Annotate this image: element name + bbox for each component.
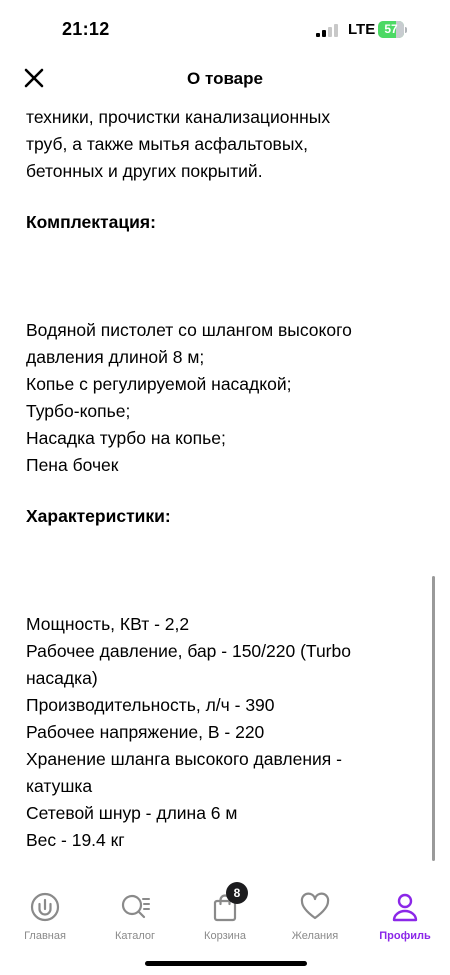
spec-item: Рабочее напряжение, В - 220 [26,722,265,742]
spec-item: катушка [26,776,93,796]
tab-bar: Главная Каталог 8 Корзина Желания Профил… [0,880,450,950]
profile-icon [388,890,422,924]
spec-item: Хранение шланга высокого давления - [26,749,342,769]
spec-item: Мощность, КВт - 2,2 [26,614,190,634]
tab-cart[interactable]: 8 Корзина [180,882,270,942]
kit-item: Водяной пистолет со шлангом высокого [26,320,352,340]
network-label: LTE [348,21,376,38]
spec-item: Производительность, л/ч - 390 [26,695,275,715]
heart-icon [298,890,332,924]
battery-icon: 57 [378,21,408,38]
kit-item: Копье с регулируемой насадкой; [26,374,292,394]
tab-catalog-label: Каталог [115,930,155,942]
product-description: техники, прочистки канализационных труб,… [26,104,421,854]
tab-profile[interactable]: Профиль [360,890,450,942]
signal-icon [316,24,340,37]
intro-line: техники, прочистки канализационных [26,107,331,127]
scrollbar[interactable] [432,576,435,861]
specs-title: Характеристики: [26,506,171,526]
spec-item: насадка) [26,668,98,688]
spec-item: Сетевой шнур - длина 6 м [26,803,238,823]
status-bar: 21:12 LTE 57 [0,0,450,58]
catalog-search-icon [118,890,152,924]
tab-wishlist-label: Желания [291,930,339,942]
home-icon [28,890,62,924]
kit-item: давления длиной 8 м; [26,347,205,367]
battery-level: 57 [384,22,398,36]
kit-item: Насадка турбо на копье; [26,428,226,448]
header: О товаре [0,60,450,100]
tab-cart-label: Корзина [204,930,246,942]
page-title: О товаре [187,69,263,88]
tab-home[interactable]: Главная [0,890,90,942]
tab-wishlist[interactable]: Желания [270,890,360,942]
status-time: 21:12 [62,19,110,39]
intro-line: бетонных и других покрытий. [26,161,263,181]
tab-profile-label: Профиль [379,930,431,942]
kit-item: Турбо-копье; [26,401,131,421]
spec-item: Вес - 19.4 кг [26,830,125,850]
intro-line: труб, а также мытья асфальтовых, [26,134,309,154]
kit-item: Пена бочек [26,455,119,475]
tab-catalog[interactable]: Каталог [90,890,180,942]
cart-badge: 8 [226,882,248,904]
cart-bag-icon: 8 [208,882,248,924]
kit-title: Комплектация: [26,212,156,232]
spec-item: Рабочее давление, бар - 150/220 (Turbo [26,641,351,661]
home-indicator [145,961,307,966]
tab-home-label: Главная [24,930,66,942]
